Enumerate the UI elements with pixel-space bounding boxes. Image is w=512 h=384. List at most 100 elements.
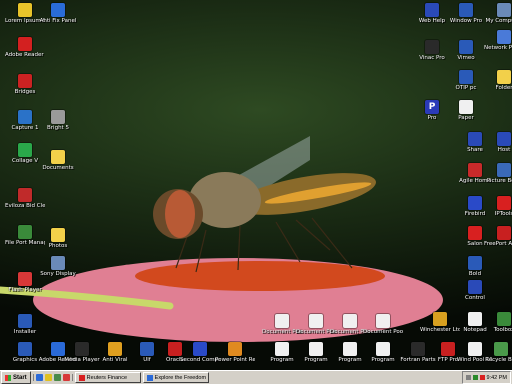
desktop-icon-label: Bridges [14,89,36,95]
picture-icon [497,163,511,177]
document-icon [309,314,323,328]
desktop-icon[interactable]: Documents [38,150,78,172]
window-icon [459,70,473,84]
control-icon [468,280,482,294]
desktop-icon-label: Bold [468,271,482,277]
desktop-icon[interactable]: Program [363,342,403,364]
desktop-icon[interactable]: Recycle Bin [481,342,512,364]
share-icon [468,132,482,146]
desktop-icon[interactable]: Vimeo [446,40,486,62]
desktop-icon-label: Document Pool [363,329,403,335]
task-list: Reuters Finance Explore the Freedom [74,372,209,383]
stigma-pollen [135,261,385,291]
desktop-icon[interactable]: Adobe Reader 5.0 [5,37,45,59]
window-icon [468,256,482,270]
desktop-icon[interactable]: Winchester Ltd [420,312,460,334]
desktop-icon[interactable]: Anti Fix Panel [38,3,78,25]
acrobat-icon [18,37,32,51]
desktop-icon[interactable]: FreePort Adobe [484,226,512,248]
desktop-icon-label: Anti Fix Panel [39,18,77,24]
desktop-icon[interactable]: Bold [455,256,495,278]
taskbar-button[interactable]: Explore the Freedom [142,372,209,383]
desktop-icon[interactable]: Installer [5,314,45,336]
desktop-icon[interactable]: OTIP pc [446,70,486,92]
desktop-icon[interactable]: Bridges [5,74,45,96]
start-label: Start [13,374,27,381]
volume-icon[interactable] [465,375,471,380]
desktop-icon-label: OTIP pc [455,85,477,91]
desktop-icon-label: Adobe Reader 5.0 [5,52,45,58]
desktop-icon-label: Host [497,147,511,153]
desktop-icon[interactable]: Picture Book [484,163,512,185]
quick-launch-bar [32,374,73,381]
tools-icon [497,196,511,210]
desktop-icon-label: IPTools [494,211,512,217]
desktop-icon-label: Second Compact [180,357,220,363]
desktop-icon-label: Window Pro [449,18,483,24]
flash-icon [18,272,32,286]
firebird-icon [468,196,482,210]
taskbar-button[interactable]: Reuters Finance [74,372,141,383]
desktop-icon[interactable]: Network Places [484,30,512,52]
desktop-icon[interactable]: Vinac Pro [412,40,452,62]
toolbox-icon [497,312,511,326]
desktop-icon-label: Winchester Ltd [420,327,460,333]
app-icon [425,40,439,54]
desktop-icon[interactable]: Control [455,280,495,302]
desktop-icon-label: Documents [42,165,74,171]
desktop-icon-label: Network Places [484,45,512,51]
desktop-icon[interactable]: IPTools [484,196,512,218]
desktop-icon[interactable]: Window Pro [446,3,486,25]
document-icon [343,314,357,328]
app-icon [18,74,32,88]
desktop-icon[interactable]: My Computer [484,3,512,25]
media-icon[interactable] [62,374,70,381]
desktop-icon[interactable]: Power Point Recorder [215,342,255,364]
browser-icon[interactable] [35,374,43,381]
desktop-icon-label: Flash Player [8,287,42,293]
desktop-icon-label: FreePort Adobe [484,241,512,247]
antivirus-icon[interactable] [479,375,485,380]
help-icon [425,3,439,17]
window-icon [140,342,154,356]
network-icon[interactable] [472,375,478,380]
folder-icon [51,228,65,242]
email-icon[interactable] [44,374,52,381]
desktop-icon-label: Program [371,357,395,363]
desktop-icon[interactable] [53,374,61,381]
document-icon [376,342,390,356]
capture-icon [18,110,32,124]
recycle-bin-icon [494,342,508,356]
media-icon [75,342,89,356]
document-icon [468,342,482,356]
desktop-icon[interactable]: Document Pool [363,314,403,336]
document-icon [376,314,390,328]
desktop-icon[interactable]: Second Compact [180,342,220,364]
app-icon [78,374,85,381]
desktop-icon-label: Toolbox [493,327,512,333]
taskbar-button-label: Explore the Freedom [154,374,207,381]
globe-icon [193,342,207,356]
network-places-icon [497,30,511,44]
clock[interactable]: 9:42 PM [487,375,507,381]
salon-icon [468,226,482,240]
window-icon [18,314,32,328]
desktop-icon[interactable]: Flash Player [5,272,45,294]
desktop-icon[interactable]: Eviloza Bid Cleaner [5,188,45,210]
desktop[interactable]: Lorem Ipsum CalculateAnti Fix PanelAdobe… [0,0,512,370]
adobe-icon [497,226,511,240]
tray-icons [465,375,485,380]
window-icon [459,40,473,54]
desktop-icon[interactable]: Folder [484,70,512,92]
desktop-icon[interactable]: Host [484,132,512,154]
desktop-icon-label: Picture Book [486,178,512,184]
start-button[interactable]: Start [1,371,31,384]
folder-icon [51,150,65,164]
desktop-icon[interactable]: Capture 1 [5,110,45,132]
desktop-icon[interactable]: Toolbox [484,312,512,334]
desktop-icon[interactable]: Paper [446,100,486,122]
desktop-icon-label: Installer [13,329,37,335]
desktop-icon-label: Capture 1 [11,125,39,131]
collage-icon [18,143,32,157]
desktop-icon[interactable]: Photos [38,228,78,250]
